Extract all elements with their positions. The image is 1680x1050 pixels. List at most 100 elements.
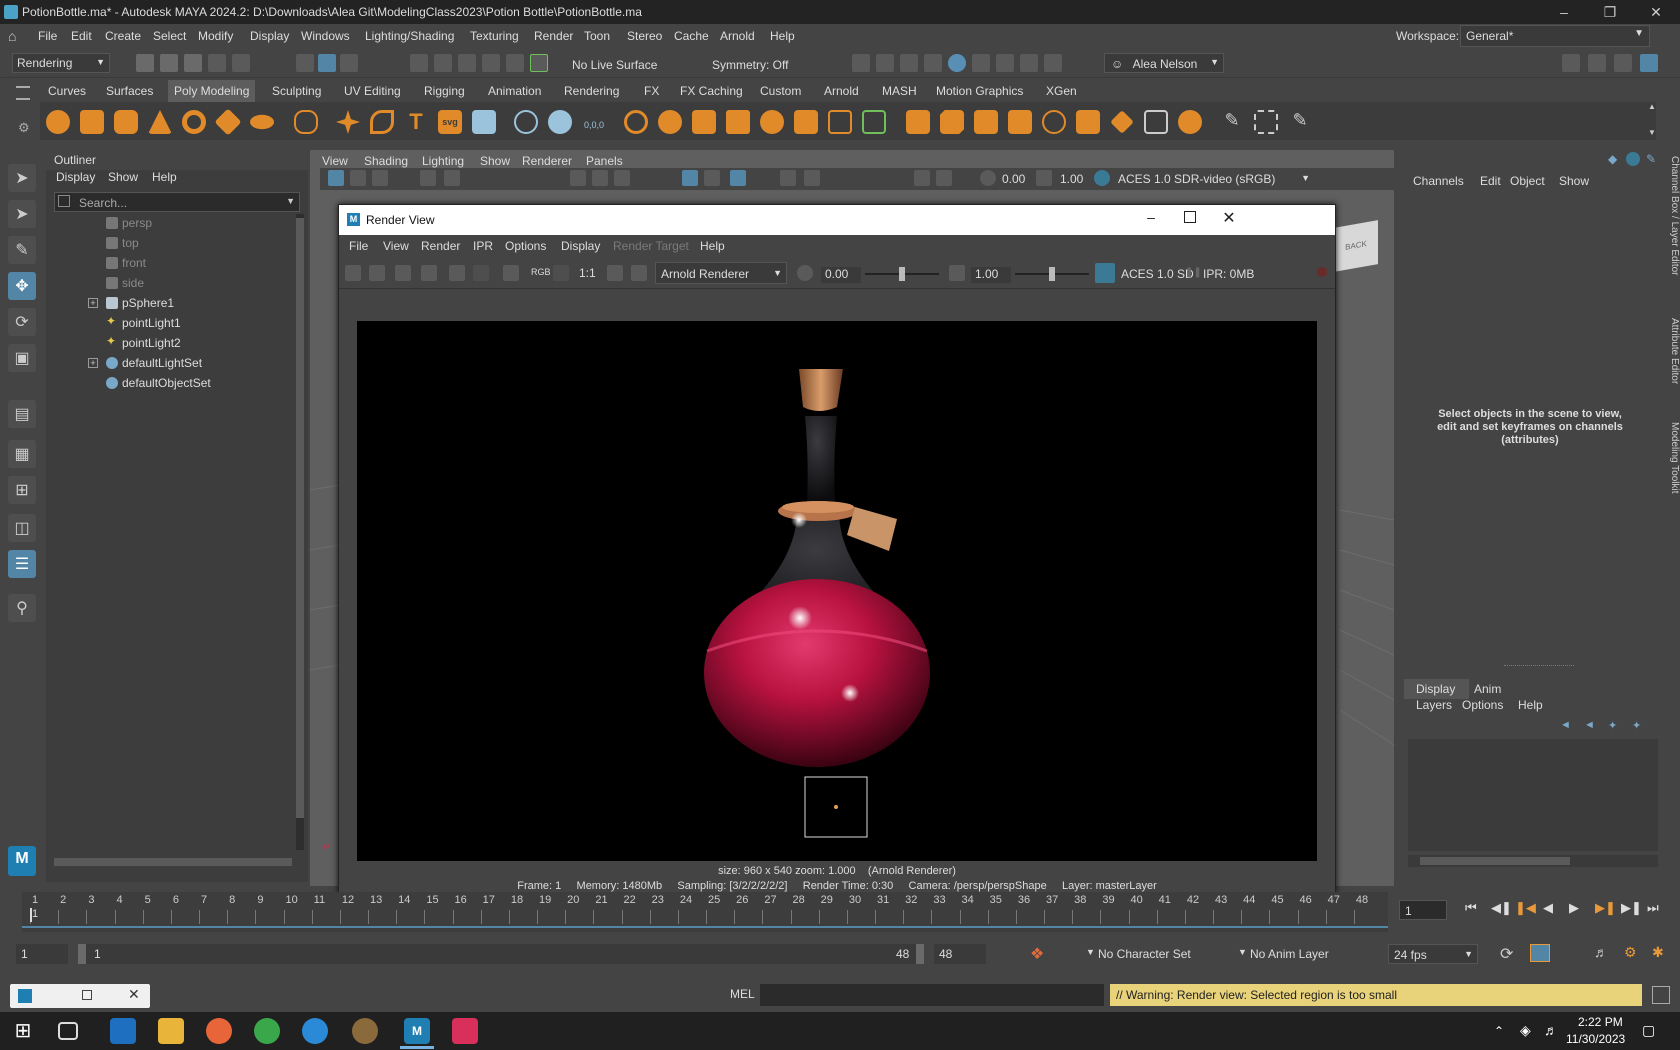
chrome-icon[interactable] (254, 1018, 280, 1044)
menu-help[interactable]: Help (770, 29, 795, 43)
tab-channel-box-layer-editor[interactable]: Channel Box / Layer Editor (1669, 156, 1680, 276)
scale-tool-icon[interactable]: ▣ (8, 344, 36, 372)
color-management-icon[interactable] (1094, 170, 1110, 186)
channel-box-icon[interactable] (1640, 54, 1658, 72)
boolean-icon[interactable] (658, 110, 682, 134)
redo-render-icon[interactable] (345, 265, 361, 281)
smooth-icon[interactable] (624, 110, 648, 134)
menu-toon[interactable]: Toon (584, 29, 610, 43)
app-icon-1[interactable] (110, 1018, 136, 1044)
render-sequence-icon[interactable] (421, 265, 437, 281)
real-size-button[interactable]: 1:1 (579, 266, 596, 280)
snap-surface-icon[interactable] (506, 54, 524, 72)
fps-dropdown[interactable]: 24 fps ▼ (1388, 944, 1478, 964)
smooth-shade-icon[interactable] (592, 170, 608, 186)
redo-icon[interactable] (232, 54, 250, 72)
view-cube[interactable]: BACK (1334, 220, 1378, 272)
channel-box-toggle-icon[interactable]: ◆ (1608, 152, 1622, 166)
rgb-channels-button[interactable]: RGB (531, 267, 551, 277)
refresh-ipr-icon[interactable] (473, 265, 489, 281)
rv-gamma-slider[interactable] (1015, 267, 1089, 281)
step-back-key-icon[interactable]: ❚◀ (1515, 900, 1536, 916)
extract-icon[interactable] (726, 110, 750, 134)
menu-file[interactable]: File (38, 29, 57, 43)
gate-mask-icon[interactable] (936, 170, 952, 186)
open-scene-icon[interactable] (160, 54, 178, 72)
renderer-dropdown[interactable]: Arnold Renderer ▼ (655, 262, 787, 284)
hypershade-icon[interactable] (948, 54, 966, 72)
auto-key-icon[interactable]: ❖ (1030, 944, 1046, 963)
menu-render[interactable]: Render (534, 29, 573, 43)
panel-splitter[interactable] (1504, 665, 1574, 667)
rv-menu-file[interactable]: File (349, 239, 368, 253)
bookmarks-icon[interactable] (372, 170, 388, 186)
layout-single-icon[interactable]: ▤ (8, 400, 36, 428)
play-forwards-icon[interactable]: ▶ (1569, 900, 1579, 916)
exposure-icon[interactable] (980, 170, 996, 186)
shelf-tab-surfaces[interactable]: Surfaces (102, 84, 157, 98)
viewport-menu-shading[interactable]: Shading (364, 154, 408, 168)
go-to-end-icon[interactable]: ⏭ (1647, 900, 1659, 916)
insert-edge-loop-icon[interactable] (1008, 110, 1032, 134)
nurbs-to-poly-icon[interactable] (472, 110, 496, 134)
shelf-tab-curves[interactable]: Curves (44, 84, 90, 98)
rv-menu-options[interactable]: Options (505, 239, 546, 253)
shelf-scroll-down-icon[interactable]: ▼ (1648, 128, 1656, 137)
mirror-icon[interactable] (692, 110, 716, 134)
clock-time[interactable]: 2:22 PM (1578, 1015, 1623, 1029)
retopologize-icon[interactable] (828, 110, 852, 134)
combine-icon[interactable] (514, 110, 538, 134)
range-start-handle[interactable] (78, 944, 86, 964)
poly-plane-icon[interactable] (214, 108, 242, 136)
poly-sphere-icon[interactable] (46, 110, 70, 134)
step-back-icon[interactable]: ◀❚ (1491, 900, 1512, 916)
keep-image-icon[interactable] (607, 265, 623, 281)
outliner-item-side[interactable]: side (68, 274, 278, 292)
shelf-tab-sculpting[interactable]: Sculpting (268, 84, 325, 98)
tab-modeling-toolkit[interactable]: Modeling Toolkit (1669, 422, 1680, 494)
render-current-frame-icon[interactable] (852, 54, 870, 72)
maya-taskbar-icon[interactable]: M (404, 1018, 430, 1044)
extrude-icon[interactable] (906, 110, 930, 134)
sound-icon[interactable]: ♬ (1594, 944, 1608, 960)
image-plane-icon[interactable] (420, 170, 436, 186)
outliner-menu-help[interactable]: Help (152, 170, 177, 188)
step-forward-key-icon[interactable]: ▶❚ (1595, 900, 1616, 916)
shelf-settings-gear-icon[interactable]: ⚙ (18, 120, 30, 136)
snap-curve-icon[interactable] (434, 54, 452, 72)
stop-render-icon[interactable] (1317, 267, 1327, 277)
channel-menu-channels[interactable]: Channels (1413, 174, 1464, 188)
animation-end-field[interactable]: 48 (934, 944, 986, 964)
file-explorer-icon[interactable] (158, 1018, 184, 1044)
creative-cloud-icon[interactable] (452, 1018, 478, 1044)
restore-button[interactable]: ❐ (1588, 0, 1632, 24)
tray-chevron-icon[interactable]: ⌃ (1494, 1024, 1504, 1038)
layout-four-icon[interactable]: ▦ (8, 440, 36, 468)
search-icon[interactable]: ⚲ (8, 594, 36, 622)
animation-start-field[interactable]: 1 (16, 944, 68, 964)
script-language[interactable]: MEL (730, 987, 755, 1001)
poly-cube-icon[interactable] (80, 110, 104, 134)
rv-menu-ipr[interactable]: IPR (473, 239, 493, 253)
layer-tab-display[interactable]: Display (1404, 679, 1470, 699)
select-object-icon[interactable] (318, 54, 336, 72)
script-editor-button[interactable] (1652, 986, 1670, 1004)
rv-menu-render[interactable]: Render (421, 239, 460, 253)
rv-exposure-value[interactable]: 0.00 (821, 267, 861, 283)
shadows-icon[interactable] (704, 170, 720, 186)
layer-menu-layers[interactable]: Layers (1416, 698, 1452, 712)
app-icon-2[interactable] (352, 1018, 378, 1044)
expand-icon[interactable]: + (88, 298, 98, 308)
color-management-icon[interactable] (1095, 263, 1115, 283)
edge-icon[interactable] (302, 1018, 328, 1044)
shelf-tab-rendering[interactable]: Rendering (560, 84, 623, 98)
outliner-filter-icon[interactable] (58, 195, 70, 207)
select-camera-icon[interactable] (328, 170, 344, 186)
select-hierarchy-icon[interactable] (296, 54, 314, 72)
rv-exposure-slider[interactable] (865, 267, 939, 281)
ipr-icon[interactable] (449, 265, 465, 281)
move-layer-up-icon[interactable]: ◄ (1560, 719, 1572, 731)
outliner-item-front[interactable]: front (68, 254, 278, 272)
viewport-gamma-value[interactable]: 1.00 (1060, 172, 1083, 186)
hud-icon[interactable] (914, 170, 930, 186)
